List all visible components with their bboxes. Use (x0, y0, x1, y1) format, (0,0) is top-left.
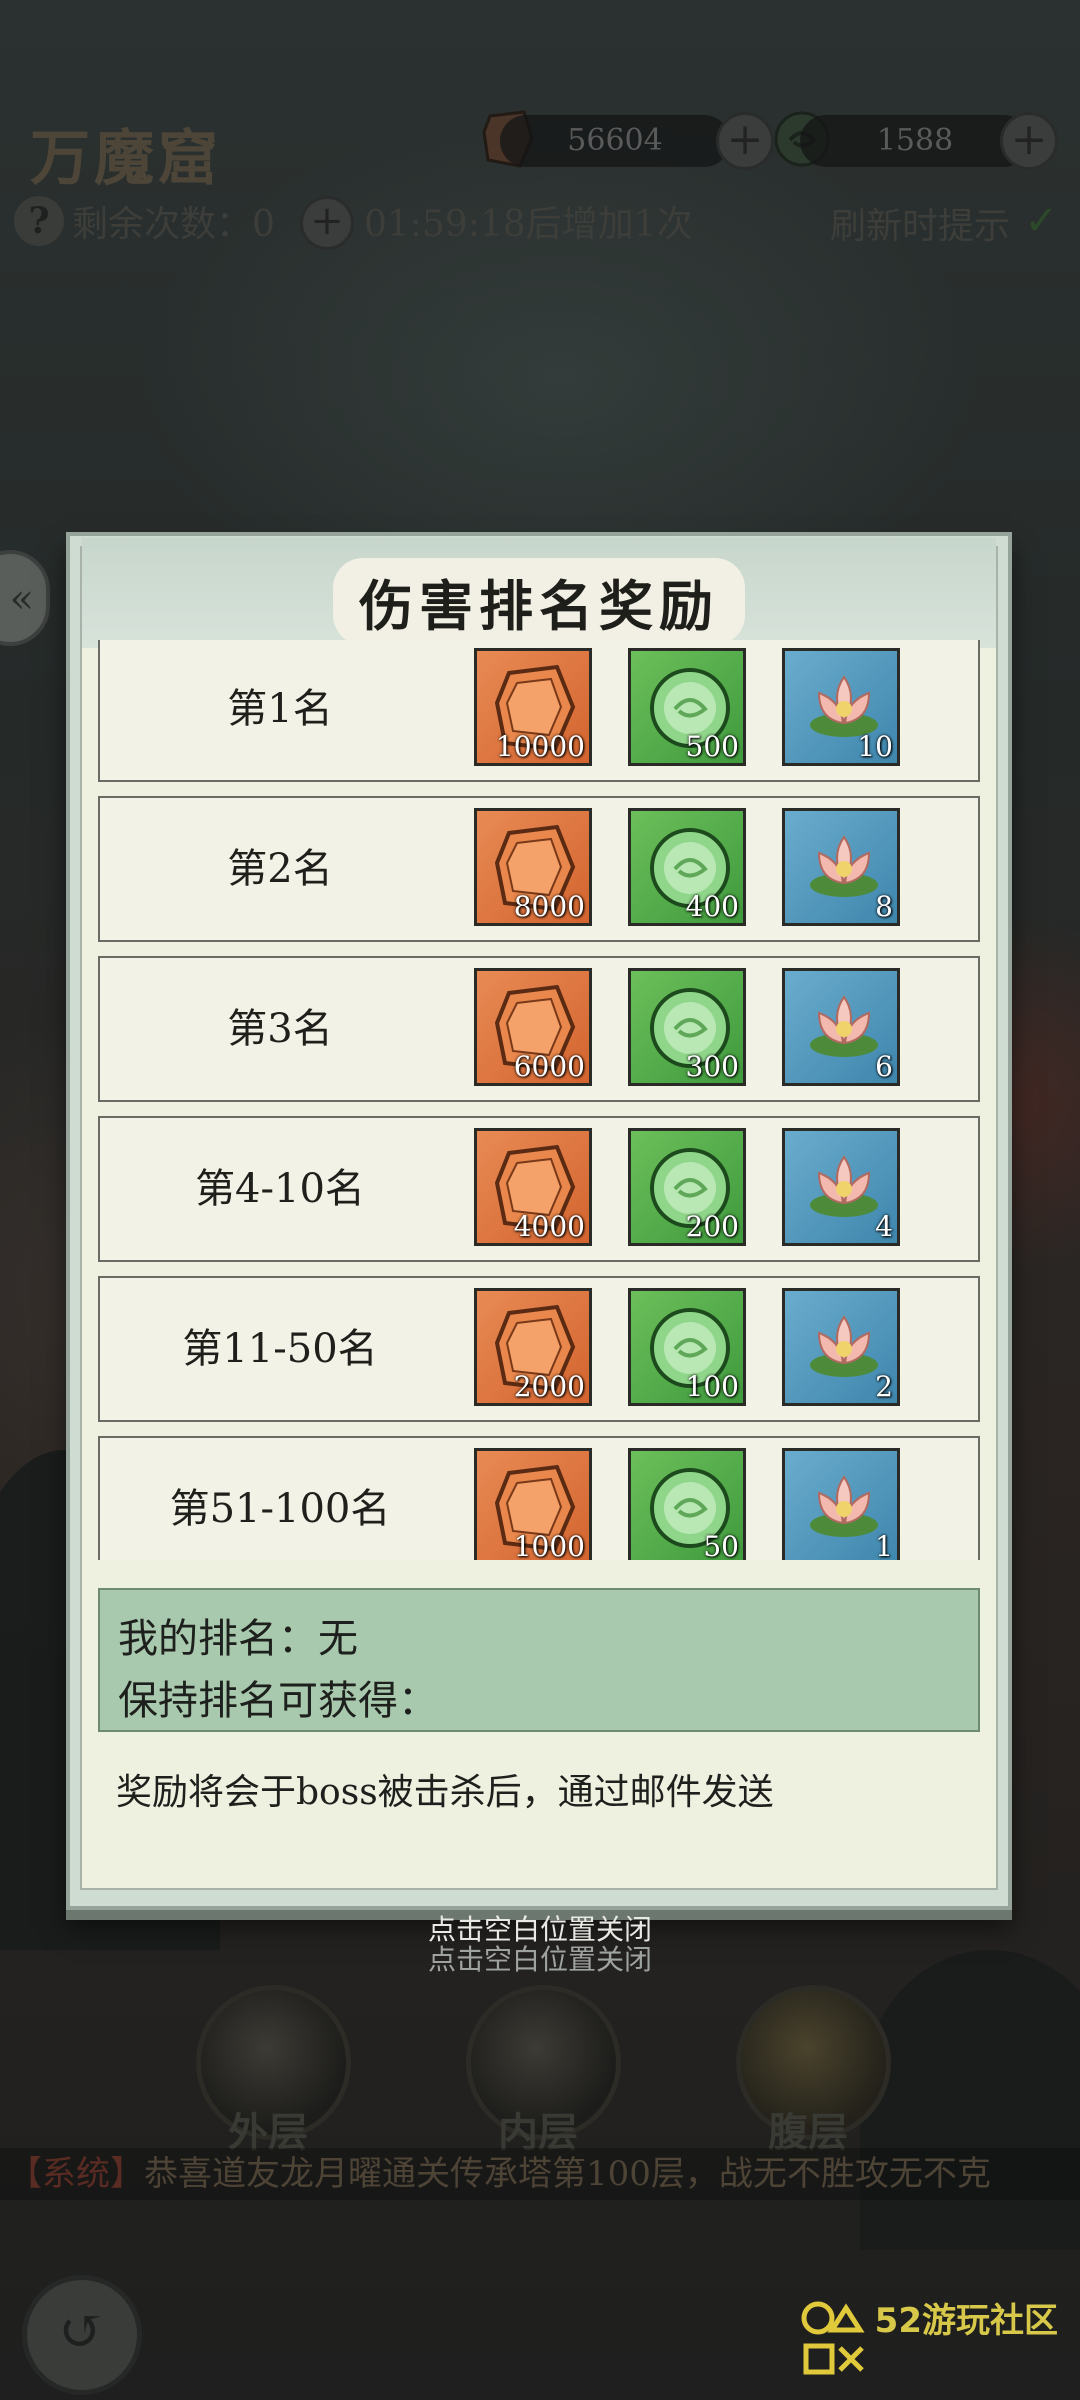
spirit-orb-reward-icon[interactable]: 50 (628, 1448, 746, 1560)
rank-label: 第3名 (227, 1006, 333, 1052)
rank-label: 第11-50名 (182, 1326, 378, 1372)
rank-label: 第51-100名 (169, 1486, 391, 1532)
rank-row: 第51-100名 1000 50 1 (98, 1436, 980, 1560)
lotus-reward-icon[interactable]: 10 (782, 648, 900, 766)
lotus-reward-icon[interactable]: 8 (782, 808, 900, 926)
my-rank-text: 我的排名：无 (118, 1616, 358, 1662)
reward-count: 1000 (513, 1530, 585, 1560)
back-button[interactable]: ↺ (22, 2275, 142, 2395)
spirit-orb-reward-icon[interactable]: 100 (628, 1288, 746, 1406)
keep-rank-text: 保持排名可获得： (118, 1678, 438, 1724)
add-attempt-button[interactable]: + (300, 196, 354, 250)
reward-count: 300 (685, 1050, 739, 1083)
watermark-text: 52游玩社区 (874, 2301, 1058, 2341)
help-icon[interactable]: ? (14, 196, 64, 246)
reward-count: 50 (703, 1530, 739, 1560)
modal-title: 伤害排名奖励 (333, 558, 745, 645)
reward-count: 10000 (495, 730, 585, 763)
rank-reward-modal: 伤害排名奖励 第1名 10000 500 10 第2名 8000 400 8 第3名 6000 30… (66, 532, 1012, 1910)
rank-label: 第4-10名 (195, 1166, 365, 1212)
lotus-reward-icon[interactable]: 6 (782, 968, 900, 1086)
reward-count: 400 (685, 890, 739, 923)
jade-reward-icon[interactable]: 6000 (474, 968, 592, 1086)
refresh-tip-label: 刷新时提示 (829, 206, 1010, 247)
my-rank-panel: 我的排名：无 保持排名可获得： 奖励将会于boss被击杀后，通过邮件发送 (94, 1568, 984, 1888)
rank-label: 第1名 (227, 686, 333, 732)
resource-jade-value: 56604 (500, 115, 730, 167)
jade-reward-icon[interactable]: 1000 (474, 1448, 592, 1560)
jade-reward-icon[interactable]: 8000 (474, 808, 592, 926)
check-icon[interactable]: ✓ (1024, 198, 1058, 244)
page-title: 万魔窟 (30, 124, 222, 194)
close-hint-echo: 点击空白位置关闭 (427, 1943, 652, 1976)
reward-count: 8 (875, 890, 893, 923)
rank-row: 第1名 10000 500 10 (98, 640, 980, 782)
attempt-timer: 01:59:18后增加1次 (364, 204, 693, 245)
reward-count: 8000 (513, 890, 585, 923)
jade-reward-icon[interactable]: 2000 (474, 1288, 592, 1406)
rank-row: 第3名 6000 300 6 (98, 956, 980, 1102)
reward-count: 4 (875, 1210, 893, 1243)
reward-count: 2000 (513, 1370, 585, 1403)
spirit-orb-reward-icon[interactable]: 200 (628, 1128, 746, 1246)
rank-label: 第2名 (227, 846, 333, 892)
reward-count: 1 (875, 1530, 893, 1560)
system-tag: 【系统】 (8, 2154, 144, 2194)
reward-count: 4000 (513, 1210, 585, 1243)
lotus-reward-icon[interactable]: 1 (782, 1448, 900, 1560)
reward-count: 10 (857, 730, 893, 763)
rank-row: 第2名 8000 400 8 (98, 796, 980, 942)
jade-reward-icon[interactable]: 10000 (474, 648, 592, 766)
add-spirit-button[interactable]: + (1000, 112, 1058, 170)
reward-count: 6000 (513, 1050, 585, 1083)
modal-body: 伤害排名奖励 第1名 10000 500 10 第2名 8000 400 8 第3名 6000 30… (80, 538, 998, 1890)
rank-list[interactable]: 第1名 10000 500 10 第2名 8000 400 8 第3名 6000 300 6 第4-10… (94, 640, 984, 1560)
resource-spirit-value: 1588 (800, 115, 1030, 167)
remaining-count: 剩余次数：0 (72, 204, 275, 245)
lotus-reward-icon[interactable]: 2 (782, 1288, 900, 1406)
system-message: 【系统】恭喜道友龙月曜通关传承塔第100层，战无不胜攻无不克 (0, 2148, 1080, 2200)
reward-count: 6 (875, 1050, 893, 1083)
reward-notice: 奖励将会于boss被击杀后，通过邮件发送 (116, 1772, 774, 1813)
rank-row: 第11-50名 2000 100 2 (98, 1276, 980, 1422)
rank-row: 第4-10名 4000 200 4 (98, 1116, 980, 1262)
reward-count: 2 (875, 1370, 893, 1403)
reward-count: 100 (685, 1370, 739, 1403)
spirit-orb-reward-icon[interactable]: 300 (628, 968, 746, 1086)
spirit-orb-reward-icon[interactable]: 400 (628, 808, 746, 926)
my-rank-box: 我的排名：无 保持排名可获得： (98, 1588, 980, 1732)
add-jade-button[interactable]: + (716, 112, 774, 170)
jade-reward-icon[interactable]: 4000 (474, 1128, 592, 1246)
close-hint-text: 点击空白位置关闭 (427, 1913, 652, 1946)
modal-header: 伤害排名奖励 (82, 538, 996, 648)
reward-count: 200 (685, 1210, 739, 1243)
close-hint[interactable]: 点击空白位置关闭 点击空白位置关闭 (0, 1915, 1080, 1975)
lotus-reward-icon[interactable]: 4 (782, 1128, 900, 1246)
system-text: 恭喜道友龙月曜通关传承塔第100层，战无不胜攻无不克 (144, 2154, 991, 2194)
spirit-orb-reward-icon[interactable]: 500 (628, 648, 746, 766)
reward-count: 500 (685, 730, 739, 763)
